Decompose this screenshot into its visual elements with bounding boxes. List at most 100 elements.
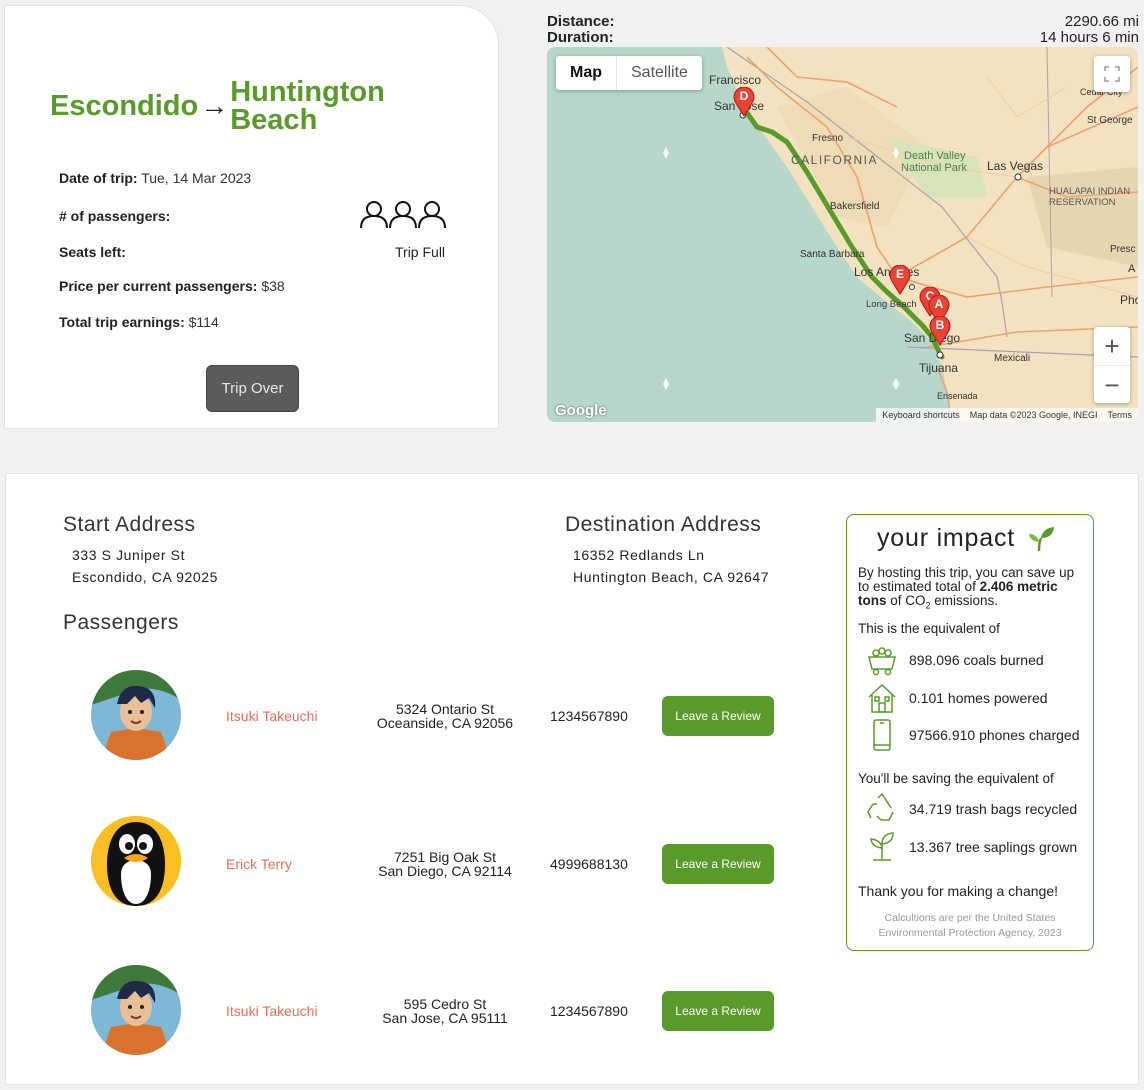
start-address-line1: 333 S Juniper St — [72, 547, 186, 563]
seats-value: Trip Full — [395, 244, 446, 260]
passenger-row: Itsuki Takeuchi 5324 Ontario St Oceansid… — [6, 668, 806, 768]
map-canvas[interactable] — [547, 47, 1138, 422]
map-label-presc: Presc — [1110, 244, 1136, 255]
coal-cart-icon — [868, 647, 896, 676]
date-value: Tue, 14 Mar 2023 — [141, 170, 252, 186]
distance-label: Distance: — [547, 13, 615, 30]
fullscreen-button[interactable] — [1094, 56, 1130, 92]
price-value: $38 — [261, 278, 285, 294]
origin-city: Escondido — [50, 90, 199, 122]
passengers-label: # of passengers: — [59, 208, 171, 224]
map-label-fresno: Fresno — [812, 133, 844, 144]
leave-review-button[interactable]: Leave a Review — [662, 991, 774, 1031]
map-label-stg: St George — [1087, 115, 1133, 126]
map-label-lv: Las Vegas — [987, 159, 1044, 173]
impact-coals: 898.096 coals burned — [865, 643, 1044, 677]
map-label-aa: A — [1128, 263, 1136, 275]
impact-trees: 13.367 tree saplings grown — [865, 830, 1077, 864]
passenger-phone: 1234567890 — [550, 708, 628, 724]
sprout-icon — [1028, 527, 1054, 552]
start-address-line2: Escondido, CA 92025 — [72, 569, 219, 585]
map-type-toggle: Map Satellite — [556, 56, 702, 90]
recycle-icon — [867, 792, 894, 821]
keyboard-shortcuts-link[interactable]: Keyboard shortcuts — [882, 410, 960, 420]
duration-label: Duration: — [547, 29, 614, 46]
seats-label: Seats left: — [59, 244, 126, 260]
map-label-phx: Pho — [1120, 293, 1138, 307]
passenger-row: Itsuki Takeuchi 595 Cedro St San Jose, C… — [6, 963, 806, 1063]
passenger-address: 595 Cedro St San Jose, CA 95111 — [382, 996, 508, 1026]
phone-icon — [873, 719, 891, 751]
map-label-dv1: Death Valley — [904, 150, 966, 162]
passenger-count-icons — [359, 199, 449, 234]
zoom-in-button[interactable]: + — [1094, 327, 1130, 366]
map-data-text: Map data ©2023 Google, INEGI — [969, 410, 1098, 420]
leave-review-button[interactable]: Leave a Review — [662, 844, 774, 884]
trip-details-card: Start Address 333 S Juniper St Escondido… — [5, 473, 1139, 1085]
destination-city: Huntington Beach — [230, 76, 385, 136]
passenger-address: 7251 Big Oak St San Diego, CA 92114 — [378, 849, 512, 879]
zoom-controls: + − — [1094, 327, 1130, 403]
passengers-heading: Passengers — [63, 611, 179, 634]
price-row: Price per current passengers: $38 — [59, 278, 285, 294]
start-address-heading: Start Address — [63, 513, 196, 536]
leave-review-button[interactable]: Leave a Review — [662, 696, 774, 736]
passenger-name[interactable]: Itsuki Takeuchi — [226, 708, 318, 724]
earnings-value: $114 — [188, 314, 219, 330]
passenger-phone: 4999688130 — [550, 856, 628, 872]
route-map[interactable]: Francisco San Jose Fresno CALIFORNIA Dea… — [547, 47, 1138, 422]
fullscreen-icon — [1104, 66, 1120, 82]
impact-phones: 97566.910 phones charged — [865, 718, 1079, 752]
earnings-label: Total trip earnings: — [59, 314, 185, 330]
house-icon — [868, 683, 896, 713]
avatar — [91, 965, 181, 1055]
trip-over-button[interactable]: Trip Over — [206, 365, 299, 412]
route-summary: Distance: 2290.66 mi Duration: 14 hours … — [547, 14, 1139, 46]
destination-address-line2: Huntington Beach, CA 92647 — [573, 569, 770, 585]
map-attribution: Keyboard shortcuts Map data ©2023 Google… — [876, 408, 1138, 422]
map-label-bakersfield: Bakersfield — [830, 201, 880, 212]
sapling-icon — [870, 832, 894, 861]
zoom-out-button[interactable]: − — [1094, 366, 1130, 404]
route-title: Escondido → Huntington Beach — [50, 76, 385, 136]
map-label-dv2: National Park — [901, 162, 968, 174]
map-label-tj: Tijuana — [919, 361, 958, 375]
destination-address-heading: Destination Address — [565, 513, 762, 536]
trip-summary-card: Escondido → Huntington Beach Date of tri… — [4, 5, 499, 429]
map-label-hual1: HUALAPAI INDIAN — [1049, 186, 1131, 197]
date-label: Date of trip: — [59, 170, 138, 186]
equivalent-heading: This is the equivalent of — [858, 621, 1000, 636]
passenger-name[interactable]: Erick Terry — [226, 856, 292, 872]
map-label-lb: Long Beach — [866, 299, 917, 310]
passenger-name[interactable]: Itsuki Takeuchi — [226, 1003, 318, 1019]
route-arrow: → — [200, 90, 229, 121]
map-marker-b[interactable]: B — [929, 316, 951, 346]
saving-heading: You'll be saving the equivalent of — [858, 771, 1054, 786]
avatar — [91, 816, 181, 906]
passenger-phone: 1234567890 — [550, 1003, 628, 1019]
passengers-row: # of passengers: — [59, 208, 170, 224]
distance-value: 2290.66 mi — [1064, 13, 1139, 30]
map-marker-e[interactable]: E — [889, 265, 911, 295]
earnings-row: Total trip earnings: $114 — [59, 314, 219, 330]
destination-address-line1: 16352 Redlands Ln — [573, 547, 705, 563]
impact-panel: your impact By hosting this trip, you ca… — [846, 514, 1094, 951]
google-logo: Google — [555, 402, 607, 419]
passenger-row: Erick Terry 7251 Big Oak St San Diego, C… — [6, 816, 806, 916]
impact-trash: 34.719 trash bags recycled — [865, 792, 1077, 826]
thanks-text: Thank you for making a change! — [858, 883, 1059, 899]
passenger-address: 5324 Ontario St Oceanside, CA 92056 — [376, 701, 514, 731]
impact-homes: 0.101 homes powered — [865, 681, 1048, 715]
terms-link[interactable]: Terms — [1108, 410, 1133, 420]
map-marker-d[interactable]: D — [733, 87, 755, 117]
impact-intro: By hosting this trip, you can save up to… — [858, 565, 1075, 611]
impact-footnote: Calcultions are per the United States En… — [878, 912, 1062, 939]
date-row: Date of trip: Tue, 14 Mar 2023 — [59, 170, 251, 186]
impact-title: your impact — [877, 524, 1055, 553]
map-label-sb: Santa Barbara — [800, 249, 865, 260]
satellite-tab[interactable]: Satellite — [616, 56, 702, 90]
avatar — [91, 670, 181, 760]
duration-value: 14 hours 6 min — [1039, 29, 1139, 46]
map-label-sf: Francisco — [709, 73, 762, 87]
map-tab[interactable]: Map — [556, 56, 616, 90]
